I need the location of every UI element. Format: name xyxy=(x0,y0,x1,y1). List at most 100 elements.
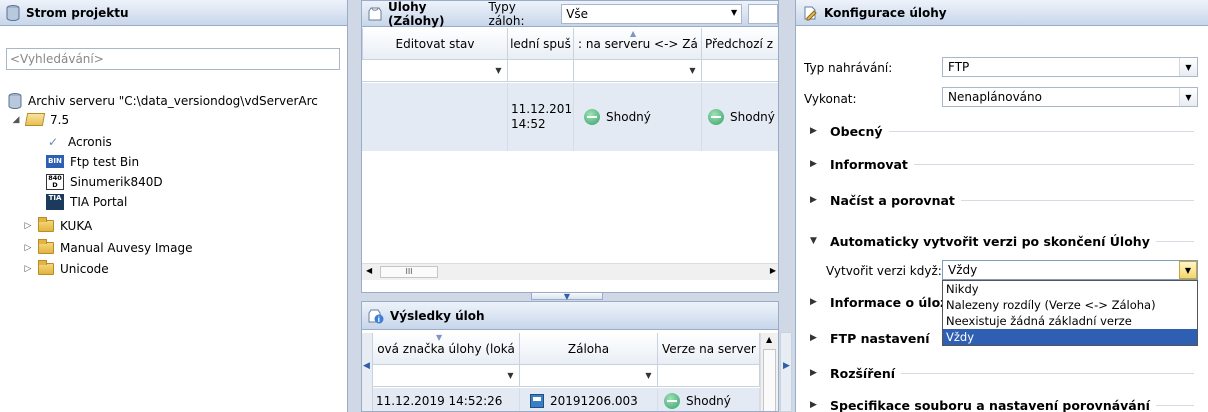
scroll-thumb[interactable] xyxy=(763,349,776,411)
expand-arrow-icon: ▶ xyxy=(810,400,817,410)
results-row-server-version: Shodný xyxy=(658,388,760,411)
results-header: i Výsledky úloh xyxy=(362,302,778,330)
create-version-dropdown-list[interactable]: Nikdy Nalezeny rozdíly (Verze <-> Záloha… xyxy=(942,280,1198,346)
acronis-icon: ✓ xyxy=(48,134,59,149)
tree-root-label: Archiv serveru "C:\data_versiondog\vdSer… xyxy=(28,93,318,108)
filter-edit-state[interactable]: ▼ xyxy=(362,60,508,82)
results-scroll-left[interactable]: ◀ xyxy=(362,333,373,411)
tree-item-kuka[interactable]: ▷ KUKA xyxy=(22,216,92,235)
results-vertical-scrollbar[interactable]: ▲ xyxy=(760,333,778,411)
results-filter-backup[interactable]: ▼ xyxy=(520,365,658,387)
save-disk-icon xyxy=(530,393,544,408)
divider xyxy=(901,372,1194,374)
expand-arrow-icon[interactable]: ▷ xyxy=(22,243,34,253)
tree-item-manual-auvesy[interactable]: ▷ Manual Auvesy Image xyxy=(22,238,192,257)
results-icon: i xyxy=(368,308,384,324)
results-filter-server-version[interactable] xyxy=(658,365,760,387)
results-scroll-right[interactable]: ▶ xyxy=(780,332,792,412)
chevron-down-icon: ▼ xyxy=(507,371,514,380)
tree-item-sinumerik[interactable]: 840 D Sinumerik840D xyxy=(46,172,163,191)
table-row[interactable]: 11.12.2019 14:52:26 20191206.003 Shodný xyxy=(373,388,760,411)
dropdown-option-never[interactable]: Nikdy xyxy=(943,281,1197,297)
job-config-header: Konfigurace úlohy xyxy=(796,0,1208,26)
tree-item-tia-portal[interactable]: TIA TIA Portal xyxy=(46,192,127,211)
col-last-run[interactable]: lední spuš xyxy=(508,28,574,60)
expand-arrow-icon: ▶ xyxy=(810,195,817,205)
col-edit-state[interactable]: Editovat stav xyxy=(362,28,508,60)
row-server-compare: Shodný xyxy=(574,83,702,151)
folder-icon xyxy=(38,238,54,254)
scroll-thumb[interactable]: III xyxy=(380,266,438,278)
scroll-right-icon[interactable]: ▶ xyxy=(770,266,776,275)
tree-root[interactable]: Archiv serveru "C:\data_versiondog\vdSer… xyxy=(8,91,318,110)
archive-icon xyxy=(8,92,22,109)
dropdown-option-no-base[interactable]: Neexistuje žádná základní verze xyxy=(943,313,1197,329)
scroll-up-icon[interactable]: ▲ xyxy=(766,335,772,344)
project-tree-panel: Strom projektu <Vyhledávání> Archiv serv… xyxy=(0,0,348,412)
results-title: Výsledky úloh xyxy=(390,308,485,323)
collapse-arrow-icon[interactable]: ◢ xyxy=(10,115,22,125)
col-server-compare[interactable]: ▲ : na serveru <-> Zá xyxy=(574,28,702,60)
tree-search-input[interactable]: <Vyhledávání> xyxy=(6,48,340,70)
tia-portal-icon: TIA xyxy=(46,193,64,210)
folder-icon xyxy=(38,259,54,275)
job-config-title: Konfigurace úlohy xyxy=(824,5,947,20)
results-col-server-version[interactable]: Verze na server xyxy=(658,333,760,365)
filter-last-run[interactable] xyxy=(508,60,574,82)
scroll-left-icon[interactable]: ◀ xyxy=(363,361,370,371)
chevron-down-icon: ▼ xyxy=(1179,58,1197,76)
execute-label: Vykonat: xyxy=(804,92,857,106)
jobs-icon xyxy=(368,6,382,22)
scroll-left-icon[interactable]: ◀ xyxy=(366,266,372,275)
tree-item-unicode[interactable]: ▷ Unicode xyxy=(22,259,109,278)
chevron-down-icon: ▼ xyxy=(645,371,652,380)
expand-arrow-icon[interactable]: ▷ xyxy=(22,264,34,274)
section-file-spec[interactable]: ▶ Specifikace souboru a nastavení porovn… xyxy=(796,395,1208,412)
sort-indicator-icon: ▼ xyxy=(436,333,443,342)
col-previous[interactable]: Předchozí z xyxy=(702,28,778,60)
divider xyxy=(1155,240,1194,242)
dropdown-option-differences[interactable]: Nalezeny rozdíly (Verze <-> Záloha) xyxy=(943,297,1197,313)
section-extensions[interactable]: ▶ Rozšíření xyxy=(796,363,1208,383)
results-col-timestamp[interactable]: ▼ ová značka úlohy (loká xyxy=(373,333,520,365)
divider xyxy=(960,199,1194,201)
filter-previous[interactable] xyxy=(702,60,778,82)
execute-select[interactable]: Nenaplánováno ▼ xyxy=(942,87,1198,107)
expand-arrow-icon[interactable]: ▷ xyxy=(22,221,34,231)
row-last-run: 11.12.2019 14:52 xyxy=(508,83,574,151)
open-folder-icon xyxy=(24,113,46,126)
table-row[interactable]: 11.12.2019 14:52 Shodný Shodný xyxy=(362,83,778,151)
jobs-horizontal-scrollbar[interactable]: ◀ III ▶ xyxy=(362,263,778,280)
jobs-panel: Úlohy (Zálohy) Typy záloh: Vše ▼ Editova… xyxy=(361,0,779,293)
tree-item-acronis[interactable]: ✓ Acronis xyxy=(48,132,112,151)
expand-arrow-icon: ▶ xyxy=(810,368,817,378)
create-version-select[interactable]: Vždy ▼ xyxy=(942,260,1198,280)
filter-server-compare[interactable]: ▼ xyxy=(574,60,702,82)
dropdown-option-always[interactable]: Vždy xyxy=(943,329,1197,345)
equal-status-icon xyxy=(664,392,680,409)
panel-splitter[interactable]: ▼ xyxy=(361,293,779,301)
section-auto-version[interactable]: ▼ Automaticky vytvořit verzi po skončení… xyxy=(796,231,1208,251)
ftp-bin-icon: BIN xyxy=(46,155,64,168)
expand-arrow-icon: ▶ xyxy=(810,159,817,169)
results-row-backup: 20191206.003 xyxy=(520,388,658,411)
divider xyxy=(888,130,1194,132)
expand-arrow-icon: ▶ xyxy=(810,297,817,307)
section-notify[interactable]: ▶ Informovat xyxy=(796,154,1208,174)
splitter-collapse-button[interactable]: ▼ xyxy=(531,293,603,301)
section-load-compare[interactable]: ▶ Načíst a porovnat xyxy=(796,190,1208,210)
tree-item-7-5[interactable]: ◢ 7.5 xyxy=(10,110,70,129)
folder-icon xyxy=(38,216,54,232)
results-filter-timestamp[interactable]: ▼ xyxy=(373,365,520,387)
results-col-backup[interactable]: Záloha xyxy=(520,333,658,365)
section-general[interactable]: ▶ Obecný xyxy=(796,121,1208,141)
project-tree-header: Strom projektu xyxy=(0,0,347,26)
chevron-down-icon: ▼ xyxy=(689,66,696,75)
jobs-title: Úlohy (Zálohy) xyxy=(388,0,445,28)
scroll-right-icon[interactable]: ▶ xyxy=(783,361,790,371)
tree-item-ftp-test-bin[interactable]: BIN Ftp test Bin xyxy=(46,152,139,171)
job-config-panel: Konfigurace úlohy Typ nahrávání: FTP ▼ V… xyxy=(795,0,1208,412)
header-blank-box xyxy=(748,3,778,24)
upload-type-select[interactable]: FTP ▼ xyxy=(942,57,1198,77)
backup-type-select[interactable]: Vše ▼ xyxy=(561,3,743,24)
